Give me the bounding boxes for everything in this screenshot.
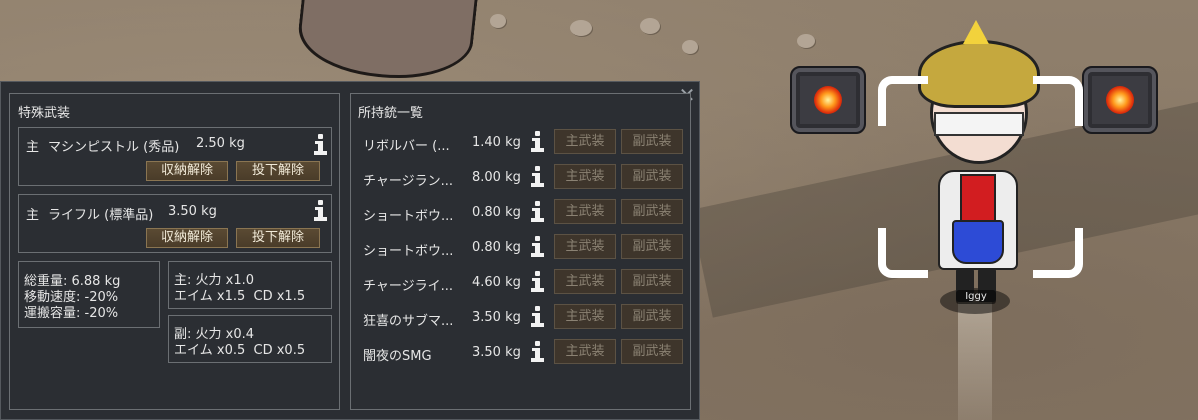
carry-capacity: 運搬容量: -20% xyxy=(24,306,119,321)
gun-name: ショートボウ... xyxy=(363,209,454,224)
pawn-hat-star xyxy=(963,20,989,44)
undrop-button[interactable]: 投下解除 xyxy=(236,228,320,248)
gun-weight: 0.80 kg xyxy=(472,240,521,255)
turret-eye xyxy=(814,86,842,114)
set-primary-button[interactable]: 主武装 xyxy=(554,234,616,259)
pawn-name-label: Iggy xyxy=(956,290,996,304)
selection-bracket xyxy=(1033,76,1083,126)
weapon-name: ライフル (標準品) xyxy=(48,208,154,223)
gun-name: チャージラン... xyxy=(363,174,454,189)
undrop-button[interactable]: 投下解除 xyxy=(236,161,320,181)
selection-bracket xyxy=(878,76,928,126)
weapon-name: マシンピストル (秀品) xyxy=(48,140,180,155)
set-primary-button[interactable]: 主武装 xyxy=(554,269,616,294)
gun-name: 狂喜のサブマ... xyxy=(363,314,454,329)
set-primary-button[interactable]: 主武装 xyxy=(554,164,616,189)
set-secondary-button[interactable]: 副武装 xyxy=(621,269,683,294)
pebble xyxy=(570,20,592,36)
pawn-blindfold xyxy=(934,112,1024,136)
selection-bracket xyxy=(1033,228,1083,278)
weapon-weight: 2.50 kg xyxy=(196,136,245,151)
set-primary-button[interactable]: 主武装 xyxy=(554,129,616,154)
set-primary-button[interactable]: 主武装 xyxy=(554,304,616,329)
weapon-slot: 主 xyxy=(26,208,40,223)
set-primary-button[interactable]: 主武装 xyxy=(554,339,616,364)
set-secondary-button[interactable]: 副武装 xyxy=(621,339,683,364)
info-icon[interactable] xyxy=(530,166,544,188)
info-icon[interactable] xyxy=(530,131,544,153)
pebble xyxy=(797,34,815,48)
info-icon[interactable] xyxy=(530,201,544,223)
pebble xyxy=(682,40,698,54)
info-icon[interactable] xyxy=(530,271,544,293)
gun-name: リボルバー (... xyxy=(363,139,450,154)
gun-weight: 3.50 kg xyxy=(472,345,521,360)
turret-eye xyxy=(1106,86,1134,114)
gun-weight: 0.80 kg xyxy=(472,205,521,220)
unholster-button[interactable]: 収納解除 xyxy=(146,228,228,248)
info-icon[interactable] xyxy=(530,341,544,363)
turret-right[interactable] xyxy=(1082,66,1158,134)
set-secondary-button[interactable]: 副武装 xyxy=(621,164,683,189)
pawn-body[interactable] xyxy=(938,170,1018,270)
owned-guns-title: 所持銃一覧 xyxy=(358,106,424,121)
pebble xyxy=(490,14,506,28)
gun-name: チャージライ... xyxy=(363,279,454,294)
turret-left[interactable] xyxy=(790,66,866,134)
pawn-hat xyxy=(918,40,1040,108)
set-secondary-button[interactable]: 副武装 xyxy=(621,199,683,224)
light-beam xyxy=(958,300,992,420)
pawn-vest xyxy=(960,174,996,226)
gun-weight: 3.50 kg xyxy=(472,310,521,325)
set-primary-button[interactable]: 主武装 xyxy=(554,199,616,224)
unholster-button[interactable]: 収納解除 xyxy=(146,161,228,181)
weapon-weight: 3.50 kg xyxy=(168,204,217,219)
gun-weight: 8.00 kg xyxy=(472,170,521,185)
info-icon[interactable] xyxy=(313,200,327,222)
selection-bracket xyxy=(878,228,928,278)
gun-name: 闇夜のSMG xyxy=(363,349,432,364)
info-icon[interactable] xyxy=(530,306,544,328)
pebble xyxy=(640,18,660,34)
info-icon[interactable] xyxy=(530,236,544,258)
info-icon[interactable] xyxy=(313,134,327,156)
gun-weight: 4.60 kg xyxy=(472,275,521,290)
set-secondary-button[interactable]: 副武装 xyxy=(621,129,683,154)
primary-modifiers-line: エイム x1.5 CD x1.5 xyxy=(174,289,306,304)
set-secondary-button[interactable]: 副武装 xyxy=(621,304,683,329)
weapon-slot: 主 xyxy=(26,140,40,155)
set-secondary-button[interactable]: 副武装 xyxy=(621,234,683,259)
pawn-skirt xyxy=(952,220,1004,264)
secondary-modifiers-line: エイム x0.5 CD x0.5 xyxy=(174,343,306,358)
gun-name: ショートボウ... xyxy=(363,244,454,259)
gun-weight: 1.40 kg xyxy=(472,135,521,150)
special-equipment-title: 特殊武装 xyxy=(18,106,71,121)
